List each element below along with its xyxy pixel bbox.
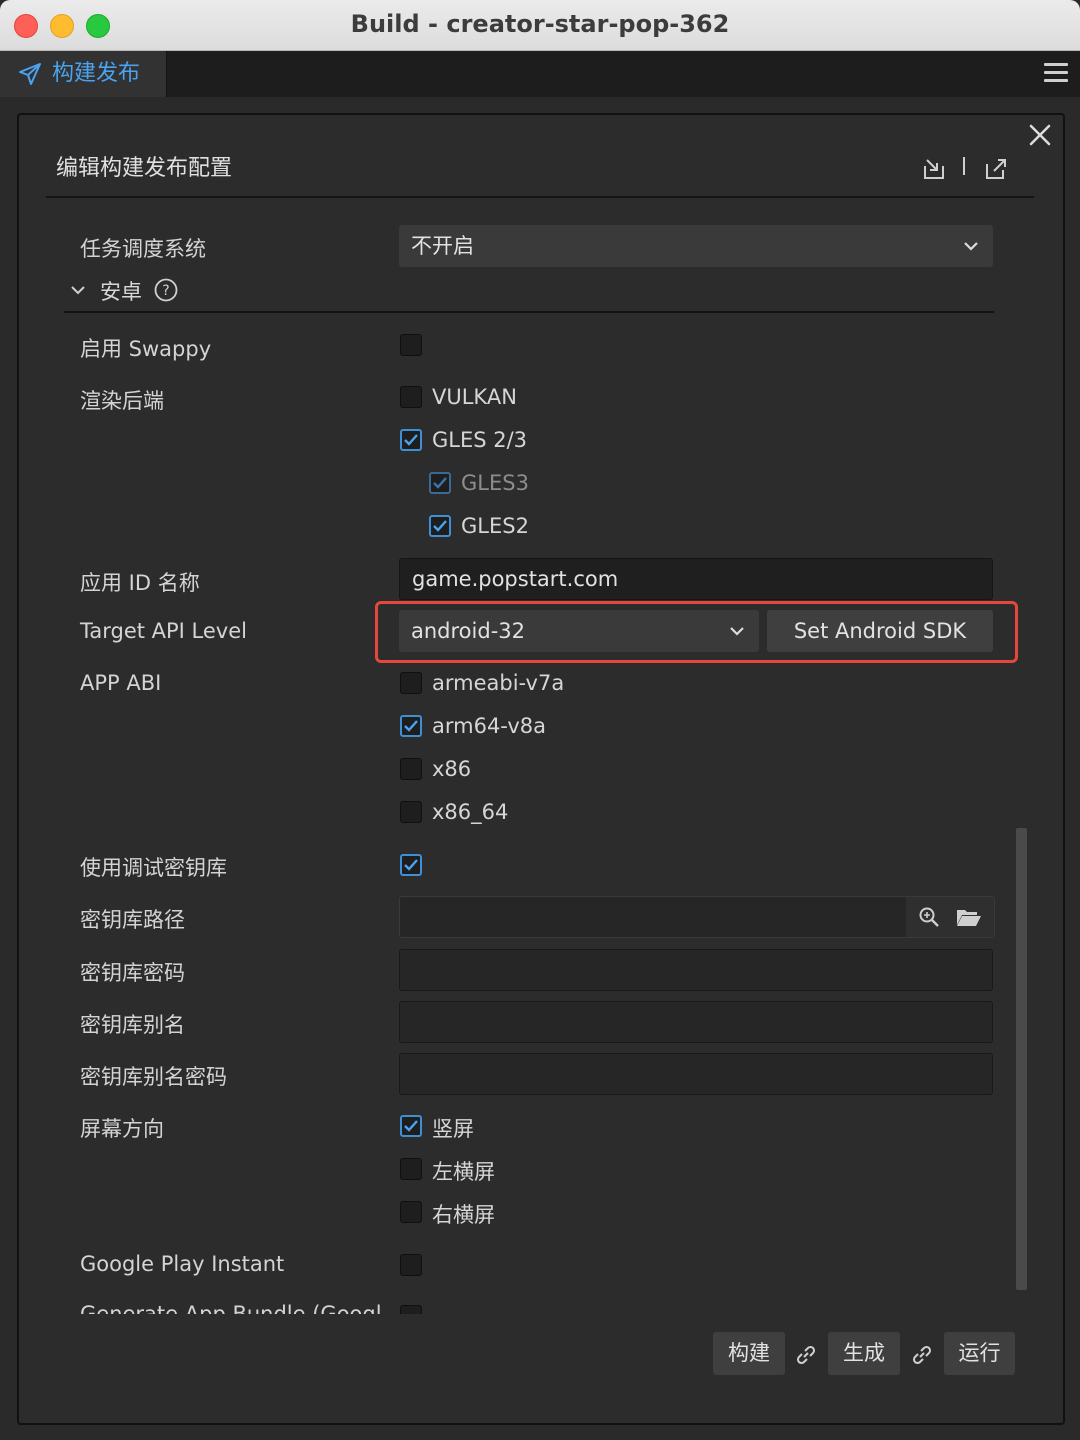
x86-label: x86	[432, 757, 472, 781]
x86-checkbox[interactable]	[400, 758, 422, 780]
help-icon[interactable]: ?	[154, 278, 178, 302]
task-scheduler-value: 不开启	[411, 234, 474, 258]
vulkan-checkbox[interactable]	[400, 386, 422, 408]
keystore-path-input[interactable]	[399, 896, 995, 938]
make-button[interactable]: 生成	[828, 1332, 900, 1375]
landscape-right-checkbox[interactable]	[400, 1201, 422, 1223]
svg-text:?: ?	[162, 283, 169, 299]
x86-64-checkbox[interactable]	[400, 801, 422, 823]
build-button[interactable]: 构建	[713, 1332, 785, 1375]
x86-64-label: x86_64	[432, 800, 509, 824]
app-id-label: 应用 ID 名称	[80, 571, 200, 595]
hamburger-menu-icon[interactable]	[1044, 63, 1068, 85]
swappy-label: 启用 Swappy	[80, 337, 212, 361]
landscape-left-checkbox[interactable]	[400, 1158, 422, 1180]
import-icon[interactable]	[921, 156, 947, 182]
portrait-checkbox[interactable]	[400, 1115, 422, 1137]
keystore-alias-label: 密钥库别名	[80, 1013, 185, 1037]
link-icon[interactable]	[794, 1343, 818, 1367]
window-title: Build - creator-star-pop-362	[350, 10, 730, 38]
gles3-label: GLES3	[461, 471, 529, 495]
header-divider	[46, 196, 1034, 198]
checkmark-icon	[404, 720, 418, 732]
keystore-password-label: 密钥库密码	[80, 961, 185, 985]
google-play-instant-label: Google Play Instant	[80, 1252, 285, 1276]
close-icon[interactable]	[1028, 123, 1052, 147]
scrollbar[interactable]	[1016, 828, 1027, 1290]
title-bar: Build - creator-star-pop-362	[0, 0, 1080, 51]
landscape-right-label: 右横屏	[432, 1203, 495, 1227]
highlight-box	[375, 601, 1018, 663]
debug-keystore-checkbox[interactable]	[400, 854, 422, 876]
run-button[interactable]: 运行	[944, 1332, 1015, 1375]
search-icon[interactable]	[918, 906, 940, 928]
checkmark-icon	[433, 520, 447, 532]
gles2-label: GLES2	[461, 514, 529, 538]
arm64-v8a-label: arm64-v8a	[432, 714, 546, 738]
orientation-label: 屏幕方向	[80, 1117, 164, 1141]
export-icon[interactable]	[983, 156, 1009, 182]
landscape-left-label: 左横屏	[432, 1160, 495, 1184]
send-icon	[19, 63, 41, 85]
portrait-label: 竖屏	[432, 1117, 474, 1141]
checkmark-icon	[404, 1120, 418, 1132]
app-bundle-label: Generate App Bundle (Googl	[80, 1302, 382, 1314]
chevron-down-icon	[71, 286, 85, 295]
app-bundle-checkbox[interactable]	[400, 1305, 422, 1314]
keystore-password-input[interactable]	[399, 949, 993, 991]
gles3-checkbox[interactable]	[429, 472, 451, 494]
render-backend-label: 渲染后端	[80, 389, 164, 413]
header-separator	[963, 157, 965, 175]
task-scheduler-label: 任务调度系统	[80, 237, 206, 261]
section-title: 安卓	[100, 280, 142, 304]
keystore-alias-password-input[interactable]	[399, 1053, 993, 1095]
task-scheduler-select[interactable]: 不开启	[399, 225, 993, 267]
gles23-label: GLES 2/3	[432, 428, 528, 452]
checkmark-icon	[433, 477, 447, 489]
link-icon[interactable]	[910, 1343, 934, 1367]
armeabi-v7a-label: armeabi-v7a	[432, 671, 565, 695]
keystore-alias-input[interactable]	[399, 1001, 993, 1043]
app-abi-label: APP ABI	[80, 671, 162, 695]
checkmark-icon	[404, 434, 418, 446]
keystore-alias-password-label: 密钥库别名密码	[80, 1065, 227, 1089]
arm64-v8a-checkbox[interactable]	[400, 715, 422, 737]
vulkan-label: VULKAN	[432, 385, 517, 409]
tab-label: 构建发布	[52, 61, 141, 86]
chevron-down-icon	[964, 242, 978, 251]
gles2-checkbox[interactable]	[429, 515, 451, 537]
tab-bar: 构建发布	[0, 51, 1080, 97]
armeabi-v7a-checkbox[interactable]	[400, 672, 422, 694]
panel-title: 编辑构建发布配置	[56, 156, 233, 181]
build-config-panel	[17, 113, 1065, 1425]
checkmark-icon	[404, 859, 418, 871]
app-id-input[interactable]: game.popstart.com	[399, 558, 993, 600]
debug-keystore-label: 使用调试密钥库	[80, 856, 227, 880]
gles23-checkbox[interactable]	[400, 429, 422, 451]
keystore-path-label: 密钥库路径	[80, 908, 185, 932]
swappy-checkbox[interactable]	[400, 334, 422, 356]
folder-open-icon[interactable]	[956, 907, 982, 927]
section-divider	[64, 311, 994, 313]
target-api-label: Target API Level	[80, 619, 247, 643]
tab-build-publish[interactable]: 构建发布	[0, 51, 167, 97]
google-play-instant-checkbox[interactable]	[400, 1254, 422, 1276]
